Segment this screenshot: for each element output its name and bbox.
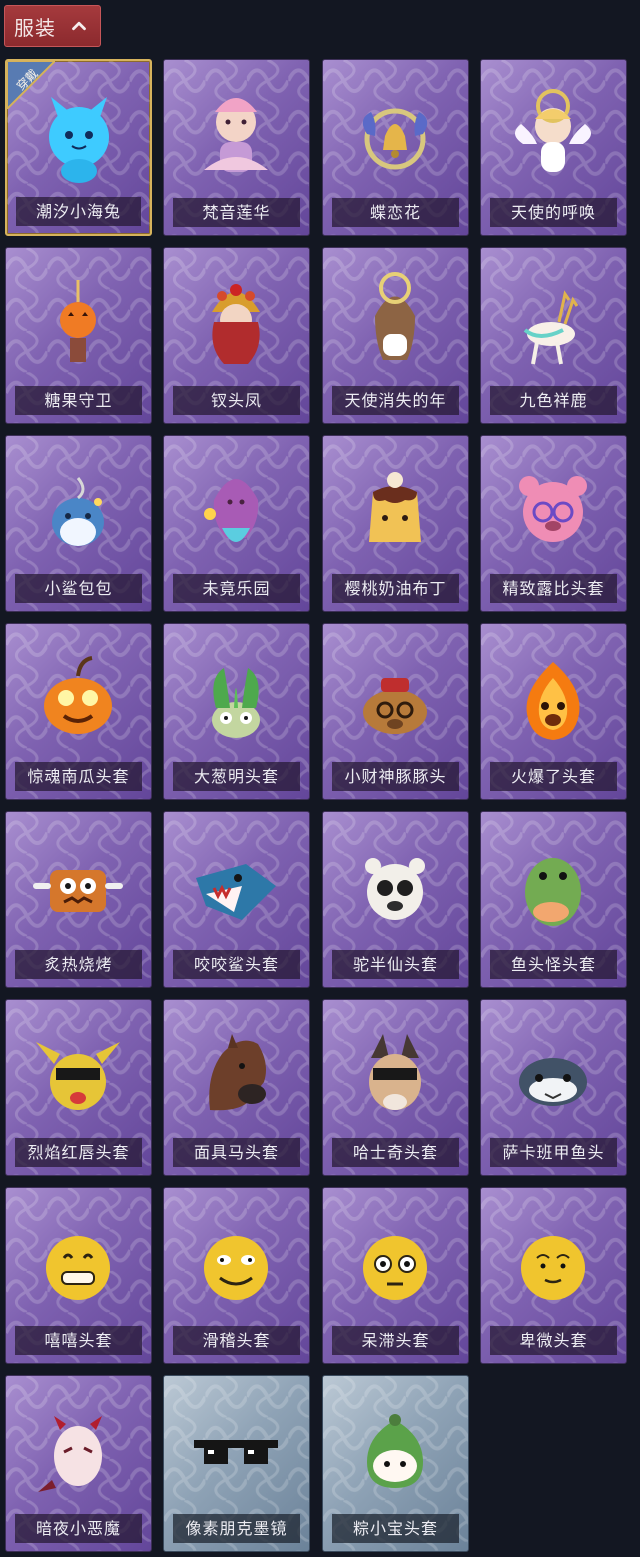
costume-name: 卑微头套 xyxy=(490,1326,617,1355)
phoenix-crown-icon xyxy=(212,284,260,364)
costume-card[interactable]: 嘻嘻头套 xyxy=(5,1187,152,1364)
bear-sunglasses-icon xyxy=(365,858,425,920)
pink-bear-head-icon xyxy=(519,476,587,542)
costume-name: 惊魂南瓜头套 xyxy=(15,762,142,791)
costume-name: 滑稽头套 xyxy=(173,1326,300,1355)
fire-head-icon xyxy=(526,662,580,740)
costume-card[interactable]: 鱼头怪头套 xyxy=(480,811,627,988)
costume-card[interactable]: 钗头凤 xyxy=(163,247,310,424)
pikachu-head-icon xyxy=(36,1042,120,1110)
costume-name: 驼半仙头套 xyxy=(332,950,459,979)
humble-face-icon xyxy=(521,1236,585,1300)
costume-card[interactable]: 天使的呼唤 xyxy=(480,59,627,236)
funny-face-icon xyxy=(204,1236,268,1300)
costume-name: 呆滞头套 xyxy=(332,1326,459,1355)
costume-card[interactable]: 梵音莲华 xyxy=(163,59,310,236)
costume-name: 嘻嘻头套 xyxy=(15,1326,142,1355)
costume-card[interactable]: 烈焰红唇头套 xyxy=(5,999,152,1176)
costume-name: 天使的呼唤 xyxy=(490,198,617,227)
butterfly-bell-icon xyxy=(362,108,428,170)
costume-card[interactable]: 小财神豚豚头 xyxy=(322,623,469,800)
lotus-character-icon xyxy=(204,98,268,172)
costume-name: 暗夜小恶魔 xyxy=(15,1514,142,1543)
costume-name: 糖果守卫 xyxy=(15,386,142,415)
grinning-face-icon xyxy=(46,1236,110,1300)
husky-head-icon xyxy=(369,1034,421,1110)
little-devil-icon xyxy=(38,1416,102,1492)
angel-icon xyxy=(514,89,592,172)
costume-name: 潮汐小海兔 xyxy=(16,197,141,226)
shark-head-icon xyxy=(196,864,276,920)
costume-card[interactable]: 萨卡班甲鱼头 xyxy=(480,999,627,1176)
costume-name: 火爆了头套 xyxy=(490,762,617,791)
stunned-face-icon xyxy=(363,1236,427,1300)
costume-card[interactable]: 天使消失的年 xyxy=(322,247,469,424)
costume-name: 粽小宝头套 xyxy=(332,1514,459,1543)
pixel-sunglasses-icon xyxy=(194,1440,278,1464)
capybara-head-icon xyxy=(363,678,427,734)
costume-name: 小鲨包包 xyxy=(15,574,142,603)
deer-icon xyxy=(523,290,579,365)
shark-bag-icon xyxy=(52,477,104,546)
costume-name: 炙热烧烤 xyxy=(15,950,142,979)
fairy-girl-icon xyxy=(204,479,259,542)
costume-name: 鱼头怪头套 xyxy=(490,950,617,979)
costume-card[interactable]: 潮汐小海兔 穿戴 xyxy=(5,59,152,236)
costume-card[interactable]: 呆滞头套 xyxy=(322,1187,469,1364)
costume-card[interactable]: 樱桃奶油布丁 xyxy=(322,435,469,612)
costume-card[interactable]: 哈士奇头套 xyxy=(322,999,469,1176)
costume-name: 咬咬鲨头套 xyxy=(173,950,300,979)
costume-name: 樱桃奶油布丁 xyxy=(332,574,459,603)
costume-card[interactable]: 驼半仙头套 xyxy=(322,811,469,988)
costume-card[interactable]: 蝶恋花 xyxy=(322,59,469,236)
costume-card[interactable]: 大葱明头套 xyxy=(163,623,310,800)
costume-card[interactable]: 火爆了头套 xyxy=(480,623,627,800)
costume-card[interactable]: 像素朋克墨镜 xyxy=(163,1375,310,1552)
costume-card[interactable]: 面具马头套 xyxy=(163,999,310,1176)
costume-card[interactable]: 小鲨包包 xyxy=(5,435,152,612)
costume-name: 天使消失的年 xyxy=(332,386,459,415)
costume-name: 烈焰红唇头套 xyxy=(15,1138,142,1167)
costume-name: 大葱明头套 xyxy=(173,762,300,791)
costume-name: 小财神豚豚头 xyxy=(332,762,459,791)
barbecue-head-icon xyxy=(33,870,123,912)
costume-card[interactable]: 暗夜小恶魔 xyxy=(5,1375,152,1552)
costume-name: 像素朋克墨镜 xyxy=(173,1514,300,1543)
costume-card[interactable]: 粽小宝头套 xyxy=(322,1375,469,1552)
costume-page: 服装 潮汐小海兔 穿戴 梵音莲华 蝶恋花 天使的呼唤 糖果守卫 钗头凤 天使消失的年 九色祥鹿小… xyxy=(0,0,640,1557)
costume-card[interactable]: 炙热烧烤 xyxy=(5,811,152,988)
pumpkin-head-icon xyxy=(44,656,112,734)
costume-card[interactable]: 未竟乐园 xyxy=(163,435,310,612)
costume-grid: 潮汐小海兔 穿戴 梵音莲华 蝶恋花 天使的呼唤糖果守卫 钗头凤 天使消失的年 九色祥鹿小鲨包包… xyxy=(0,0,640,1557)
pumpkin-guard-icon xyxy=(60,280,96,362)
rice-dumpling-head-icon xyxy=(367,1414,423,1488)
horse-head-icon xyxy=(209,1034,266,1111)
costume-name: 面具马头套 xyxy=(173,1138,300,1167)
angel-girl-icon xyxy=(375,272,415,360)
costume-name: 萨卡班甲鱼头 xyxy=(490,1138,617,1167)
costume-name: 九色祥鹿 xyxy=(490,386,617,415)
costume-card[interactable]: 惊魂南瓜头套 xyxy=(5,623,152,800)
costume-card[interactable]: 咬咬鲨头套 xyxy=(163,811,310,988)
fish-head-icon xyxy=(525,858,581,926)
fish-mask-icon xyxy=(519,1058,587,1106)
costume-card[interactable]: 精致露比头套 xyxy=(480,435,627,612)
pudding-icon xyxy=(369,472,421,542)
costume-name: 钗头凤 xyxy=(173,386,300,415)
costume-name: 未竟乐园 xyxy=(173,574,300,603)
costume-card[interactable]: 九色祥鹿 xyxy=(480,247,627,424)
costume-card[interactable]: 卑微头套 xyxy=(480,1187,627,1364)
costume-card[interactable]: 滑稽头套 xyxy=(163,1187,310,1364)
costume-name: 蝶恋花 xyxy=(332,198,459,227)
green-onion-head-icon xyxy=(212,668,260,738)
costume-card[interactable]: 糖果守卫 xyxy=(5,247,152,424)
costume-name: 梵音莲华 xyxy=(173,198,300,227)
costume-name: 哈士奇头套 xyxy=(332,1138,459,1167)
costume-name: 精致露比头套 xyxy=(490,574,617,603)
